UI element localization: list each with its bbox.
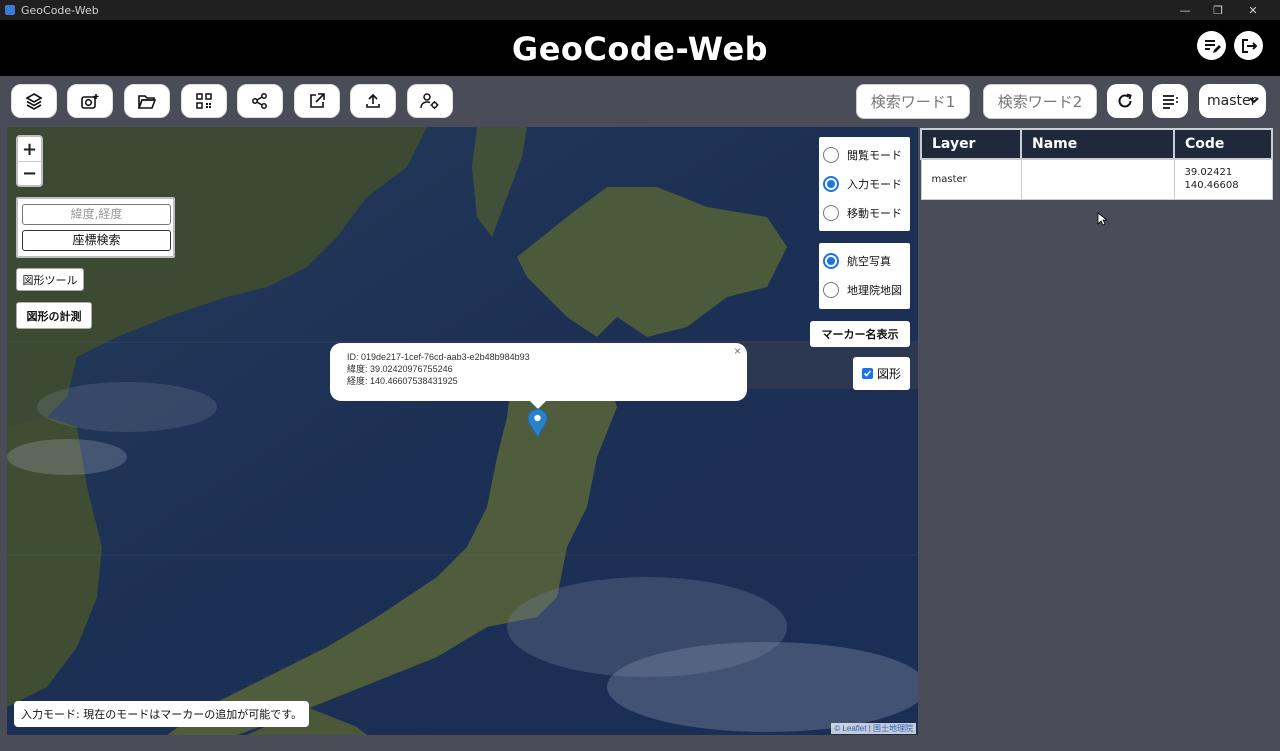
share-button[interactable] <box>237 84 283 118</box>
add-photo-button[interactable] <box>67 84 113 118</box>
coordinate-input[interactable] <box>22 203 171 225</box>
shape-checkbox-label: 図形 <box>876 367 901 381</box>
column-header-code[interactable]: Code <box>1173 128 1273 160</box>
search-word1-input[interactable] <box>856 84 970 119</box>
restore-icon[interactable]: ❐ <box>1203 0 1233 20</box>
layers-button[interactable] <box>11 84 57 118</box>
mode-move-radio[interactable] <box>823 204 839 221</box>
user-settings-button[interactable] <box>407 84 453 118</box>
map-marker-icon[interactable] <box>527 408 548 439</box>
list-menu-button[interactable] <box>1152 84 1188 118</box>
chevron-down-icon <box>1249 97 1259 104</box>
basemap-gsi-radio[interactable] <box>823 281 839 298</box>
popup-close-button[interactable]: × <box>734 345 741 357</box>
mode-input-radio[interactable] <box>823 175 839 192</box>
upload-icon <box>366 93 380 108</box>
layers-icon <box>25 93 43 110</box>
basemap-aerial-option[interactable]: 航空写真 <box>819 246 910 275</box>
list-icon <box>1163 95 1178 109</box>
leaflet-link[interactable]: Leaflet <box>842 724 866 733</box>
mode-view-option[interactable]: 閲覧モード <box>819 140 910 169</box>
mouse-cursor-icon <box>1097 212 1107 226</box>
logout-icon <box>1241 38 1257 53</box>
mode-move-option[interactable]: 移動モード <box>819 198 910 227</box>
marker-names-button[interactable]: マーカー名表示 <box>810 321 910 347</box>
mode-move-label: 移動モード <box>847 206 902 220</box>
camera-plus-icon <box>81 94 99 109</box>
minimize-icon[interactable]: — <box>1170 0 1200 20</box>
refresh-button[interactable] <box>1107 84 1143 118</box>
logout-button[interactable] <box>1234 31 1263 60</box>
window-titlebar: GeoCode-Web — ❐ ✕ <box>0 0 1280 20</box>
popup-latitude: 緯度: 39.02420976755246 <box>347 364 453 374</box>
qr-code-button[interactable] <box>181 84 227 118</box>
checkmark-icon <box>863 370 872 377</box>
table-row[interactable]: master 39.02421 140.46608 <box>920 158 1273 200</box>
mode-view-label: 閲覧モード <box>847 148 902 162</box>
edit-list-button[interactable] <box>1197 31 1226 60</box>
app-header: GeoCode-Web <box>0 20 1280 76</box>
cell-code: 39.02421 140.46608 <box>1173 158 1273 200</box>
gsi-link[interactable]: 国土地理院 <box>873 724 913 733</box>
shape-tool-button[interactable]: 図形ツール <box>16 268 84 291</box>
zoom-out-button[interactable]: − <box>18 161 41 185</box>
layer-select[interactable]: master <box>1199 84 1266 118</box>
open-folder-button[interactable] <box>124 84 170 118</box>
external-link-icon <box>310 93 325 108</box>
mode-input-label: 入力モード <box>847 177 902 191</box>
app-window: GeoCode-Web — ❐ ✕ GeoCode-Web 検索ワード1 検索ワ… <box>0 0 1280 751</box>
map-view[interactable]: + − 座標検索 図形ツール 図形の計測 閲覧モード 入力モード 移動モード <box>7 127 918 735</box>
basemap-aerial-label: 航空写真 <box>847 254 891 268</box>
user-gear-icon <box>420 93 439 109</box>
refresh-icon <box>1118 93 1132 108</box>
popup-longitude: 経度: 140.46607538431925 <box>347 376 458 386</box>
mode-view-radio[interactable] <box>823 146 839 163</box>
zoom-in-button[interactable]: + <box>18 137 41 161</box>
mode-input-option[interactable]: 入力モード <box>819 169 910 198</box>
coordinate-search-panel: 座標検索 <box>16 197 175 258</box>
column-header-layer[interactable]: Layer <box>920 128 1022 160</box>
shape-checkbox[interactable] <box>861 368 873 379</box>
coordinate-search-button[interactable]: 座標検索 <box>22 229 171 251</box>
upload-button[interactable] <box>350 84 396 118</box>
cell-name <box>1020 158 1175 200</box>
shape-measure-button[interactable]: 図形の計測 <box>16 302 92 329</box>
cell-code-longitude: 140.46608 <box>1184 180 1239 192</box>
cell-code-latitude: 39.02421 <box>1184 167 1233 179</box>
cell-layer: master <box>920 158 1022 200</box>
basemap-gsi-label: 地理院地図 <box>847 283 902 297</box>
shape-checkbox-control[interactable]: 図形 <box>853 357 910 390</box>
basemap-gsi-option[interactable]: 地理院地図 <box>819 275 910 304</box>
marker-popup: × ID: 019de217-1cef-76cd-aab3-e2b48b984b… <box>330 343 747 409</box>
app-icon <box>5 5 15 15</box>
basemap-aerial-radio[interactable] <box>823 252 839 269</box>
marker-table: Layer Name Code master 39.02421 140.4660… <box>920 128 1273 200</box>
column-header-name[interactable]: Name <box>1020 128 1175 160</box>
edit-list-icon <box>1204 39 1221 53</box>
map-attribution: © Leaflet | 国土地理院 <box>831 723 916 734</box>
folder-open-icon <box>137 95 157 109</box>
zoom-control: + − <box>16 135 43 187</box>
search-word2-input[interactable] <box>983 84 1097 119</box>
table-header-row: Layer Name Code <box>920 128 1273 160</box>
external-link-button[interactable] <box>294 84 340 118</box>
close-window-icon[interactable]: ✕ <box>1238 0 1268 20</box>
popup-id: ID: 019de217-1cef-76cd-aab3-e2b48b984b93 <box>347 352 530 362</box>
share-icon <box>252 93 267 109</box>
mode-radio-group: 閲覧モード 入力モード 移動モード <box>819 137 910 231</box>
basemap-radio-group: 航空写真 地理院地図 <box>819 243 910 309</box>
app-title: GeoCode-Web <box>511 30 769 68</box>
window-title: GeoCode-Web <box>21 3 99 17</box>
qr-code-icon <box>196 93 212 109</box>
mode-status-message: 入力モード: 現在のモードはマーカーの追加が可能です。 <box>14 701 310 727</box>
